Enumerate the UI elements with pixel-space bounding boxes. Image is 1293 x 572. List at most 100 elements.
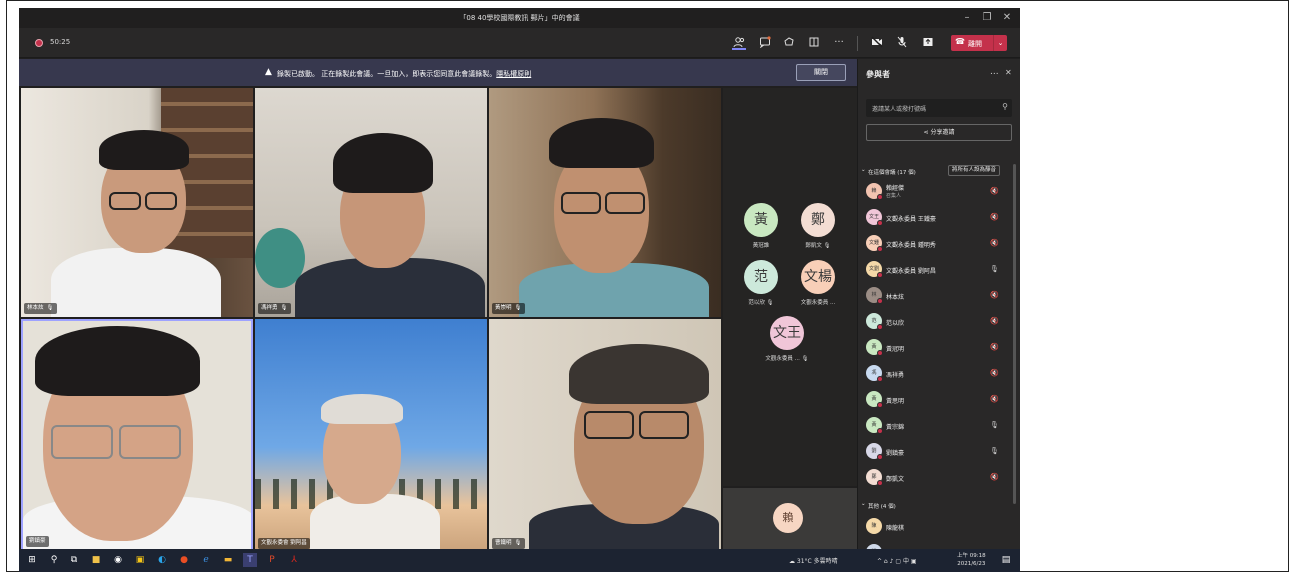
dismiss-banner-button[interactable]: 關閉 xyxy=(796,64,846,81)
participant-row[interactable]: 文王 文觀永委員 王鐵豪 🔇 xyxy=(858,205,1008,231)
status-badge xyxy=(877,428,883,434)
teams-meeting-window: 「08 40學校國際教訊 郵片」中的會議 – ❐ ✕ 50:25 ··· ☎ 離… xyxy=(19,8,1020,572)
explorer-app[interactable]: ▬ xyxy=(221,553,235,567)
camera-off-icon xyxy=(871,36,883,48)
leave-label: 離開 xyxy=(968,40,982,48)
participant-row[interactable]: 黃黃思明 🔇 xyxy=(858,387,1008,413)
participant-name: 文觀永委員 鍾明秀 xyxy=(886,242,936,249)
mic-status-icon: 🔇 xyxy=(990,317,999,325)
mute-all-button[interactable]: 將所有人設為靜音 xyxy=(948,165,1001,176)
recording-indicator-icon xyxy=(35,39,43,47)
glasses xyxy=(605,192,645,214)
ie-icon: ℯ xyxy=(203,555,209,565)
acrobat-app[interactable]: ⅄ xyxy=(287,553,301,567)
participant-name: 黃崇明 xyxy=(495,305,512,311)
share-screen-button[interactable] xyxy=(921,36,935,50)
video-tile[interactable]: 文觀永委會 劉阿昌 xyxy=(255,319,487,552)
panel-close-button[interactable]: ✕ xyxy=(1005,68,1012,77)
participants-icon xyxy=(733,37,745,48)
participant-name: 黃冠誰 xyxy=(752,243,770,249)
participants-panel: 參與者 ... ✕ 邀請某人或撥打號碼 ⚲ ⋖ 分享邀請 ⌄ 在這個會議 (17… xyxy=(857,59,1020,560)
participant-row[interactable]: 文鍾 文觀永委員 鍾明秀 🔇 xyxy=(858,231,1008,257)
participant-row[interactable]: 黃黃宗錦 🎙 xyxy=(858,413,1008,439)
mic-status-icon: 🎙 xyxy=(990,447,999,455)
edge-app[interactable]: ◐ xyxy=(155,553,169,567)
video-nametag: 文觀永委會 劉阿昌 xyxy=(258,538,310,549)
ie-app[interactable]: ℯ xyxy=(199,553,213,567)
clock[interactable]: 上午 09:18 2021/6/23 xyxy=(957,552,986,568)
chevron-down-icon[interactable]: ⌄ xyxy=(993,35,1007,51)
panel-scrollbar[interactable] xyxy=(1013,164,1016,504)
participant-row[interactable]: 范范以欣 🔇 xyxy=(858,309,1008,335)
person-hair xyxy=(569,344,709,404)
video-nametag: 黃崇明 🎙 xyxy=(492,303,525,314)
status-badge xyxy=(877,402,883,408)
clock-date: 2021/6/23 xyxy=(957,561,986,567)
participant-row[interactable]: 黃黃冠明 🔇 xyxy=(858,335,1008,361)
search-button[interactable]: ⚲ xyxy=(47,553,61,567)
reactions-button[interactable] xyxy=(782,36,796,50)
close-button[interactable]: ✕ xyxy=(999,11,1015,25)
invite-search-input[interactable]: 邀請某人或撥打號碼 ⚲ xyxy=(866,99,1012,117)
participant-row[interactable]: 林林本炫 🔇 xyxy=(858,283,1008,309)
participant-row[interactable]: 陳陳龍棋 xyxy=(858,514,1008,540)
privacy-policy-link[interactable]: 隱私權原則 xyxy=(496,70,531,78)
panel-more-button[interactable]: ... xyxy=(990,67,999,77)
powerpoint-icon: P xyxy=(269,555,275,565)
minimize-button[interactable]: – xyxy=(959,11,975,25)
task-view-button[interactable]: ⧉ xyxy=(67,553,81,567)
participant-avatar: 黃 xyxy=(744,203,778,237)
windows-taskbar: ⊞ ⚲ ⧉ ■ ◉ ▣ ◐ ● ℯ ▬ T P ⅄ ☁ 31°C 多雲時晴 ^ … xyxy=(19,549,1020,572)
weather-widget[interactable]: ☁ 31°C 多雲時晴 xyxy=(789,556,838,565)
system-tray[interactable]: ^ ⌂ ♪ ▢ 中 ▣ xyxy=(877,556,917,565)
notes-app[interactable]: ▣ xyxy=(133,553,147,567)
participants-button[interactable] xyxy=(732,36,746,50)
audio-tile[interactable]: 鄭 鄭凱文 🎙 xyxy=(790,203,846,249)
camera-toggle-button[interactable] xyxy=(870,36,884,50)
video-tile[interactable]: 黃崇明 🎙 xyxy=(489,88,721,317)
share-invite-button[interactable]: ⋖ 分享邀請 xyxy=(866,124,1012,141)
status-badge xyxy=(877,324,883,330)
more-actions-button[interactable]: ··· xyxy=(832,36,846,50)
notifications-button[interactable]: ▤ xyxy=(999,553,1013,567)
video-tile[interactable]: 曹鐵明 🎙 xyxy=(489,319,721,552)
audio-tile[interactable]: 文王 文觀永委員 ... 🎙 xyxy=(759,316,815,362)
self-preview-tile[interactable]: 賴 xyxy=(723,488,857,552)
audio-tile[interactable]: 黃 黃冠誰 xyxy=(733,203,789,249)
status-badge xyxy=(877,454,883,460)
video-tile-active-speaker[interactable]: 劉鎮豪 xyxy=(21,319,253,552)
teams-app[interactable]: T xyxy=(243,553,257,567)
participant-name: 黃冠明 xyxy=(886,346,905,353)
start-button[interactable]: ⊞ xyxy=(25,553,39,567)
participant-row[interactable]: 鄭鄭凱文 🔇 xyxy=(858,465,1008,491)
participant-row[interactable]: 劉劉鎮豪 🎙 xyxy=(858,439,1008,465)
participant-row[interactable]: 賴賴經傑 召集人 🔇 xyxy=(858,179,1008,205)
store-app[interactable]: ■ xyxy=(89,553,103,567)
mic-toggle-button[interactable] xyxy=(895,36,909,50)
weather-text: 31°C 多雲時晴 xyxy=(796,558,838,565)
leave-button[interactable]: ☎ 離開 ⌄ xyxy=(951,35,1007,51)
audio-tile[interactable]: 范 范以欣 🎙 xyxy=(733,260,789,306)
section-label: 其他 (4 個) xyxy=(868,504,896,510)
video-tile[interactable]: 馮祥勇 🎙 xyxy=(255,88,487,317)
audio-tile[interactable]: 文楊 文觀永委員 ... xyxy=(790,260,846,306)
participant-name: 文觀永委員 王鐵豪 xyxy=(886,216,936,223)
video-nametag: 馮祥勇 🎙 xyxy=(258,303,291,314)
video-tile[interactable]: 林本炫 🎙 xyxy=(21,88,253,317)
chrome-app[interactable]: ◉ xyxy=(111,553,125,567)
chat-button[interactable] xyxy=(758,36,772,50)
rooms-button[interactable] xyxy=(807,36,821,50)
participant-avatar: 賴 xyxy=(773,503,803,533)
mic-status-icon: 🔇 xyxy=(990,187,999,195)
maximize-button[interactable]: ❐ xyxy=(979,11,995,25)
in-meeting-section-header[interactable]: ⌄ 在這個會議 (17 個) 將所有人設為靜音 xyxy=(858,165,1020,177)
glasses xyxy=(109,192,141,210)
firefox-app[interactable]: ● xyxy=(177,553,191,567)
mic-status-icon: 🔇 xyxy=(990,343,999,351)
participant-name: 范以欣 xyxy=(886,320,905,327)
powerpoint-app[interactable]: P xyxy=(265,553,279,567)
participant-row[interactable]: 文劉 文觀永委員 劉阿昌 🎙 xyxy=(858,257,1008,283)
participant-name: 黃思明 xyxy=(886,398,905,405)
others-section-header[interactable]: ⌄ 其他 (4 個) xyxy=(858,499,1020,511)
participant-row[interactable]: 馮馮祥勇 🔇 xyxy=(858,361,1008,387)
